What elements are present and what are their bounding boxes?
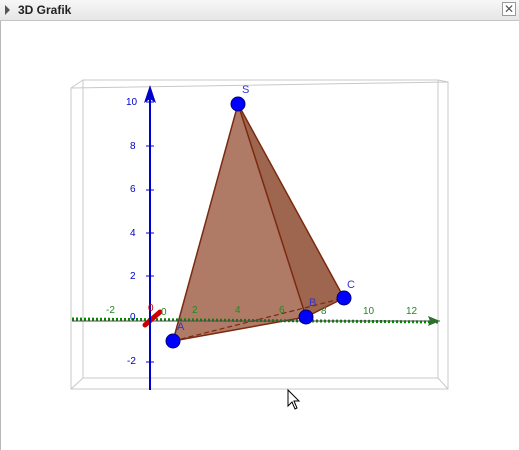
z-tick-label: 6 (130, 184, 136, 195)
z-tick-label: 0 (130, 312, 136, 323)
x-tick-label: 6 (279, 305, 285, 316)
point-A (165, 333, 181, 349)
point-S (230, 96, 246, 112)
x-tick-label: -2 (106, 305, 115, 316)
z-tick-label: 8 (130, 141, 136, 152)
z-axis (144, 85, 156, 390)
z-tick-label: -2 (127, 356, 136, 367)
z-tick-label: 4 (130, 228, 136, 239)
point-C (336, 290, 352, 306)
label-S: S (242, 84, 249, 96)
x-tick-label: 4 (235, 305, 241, 316)
x-tick-label: 0 (161, 307, 167, 318)
label-B: B (309, 297, 316, 309)
x-tick-label: 12 (406, 306, 418, 317)
x-tick-label: 2 (192, 305, 198, 316)
view-title: 3D Grafik (18, 3, 72, 17)
y-tick-label: 0 (148, 303, 154, 314)
collapse-toggle-icon[interactable] (5, 5, 10, 15)
close-view-button[interactable]: ✕ (502, 2, 516, 16)
z-tick-labels: 10 8 6 4 2 0 -2 (126, 97, 138, 367)
point-B (298, 309, 314, 325)
view-titlebar: 3D Grafik ✕ (0, 0, 519, 21)
z-tick-label: 2 (130, 271, 136, 282)
label-A: A (177, 321, 185, 333)
mouse-pointer-icon (287, 388, 301, 410)
x-tick-label: 8 (321, 306, 327, 317)
graphics-3d-view[interactable]: 10 8 6 4 2 0 -2 -2 0 2 4 6 8 10 12 0 S A… (0, 21, 519, 450)
z-tick-label: 10 (126, 97, 138, 108)
x-tick-label: 10 (363, 306, 375, 317)
label-C: C (347, 279, 355, 291)
pyramid[interactable] (172, 103, 345, 342)
